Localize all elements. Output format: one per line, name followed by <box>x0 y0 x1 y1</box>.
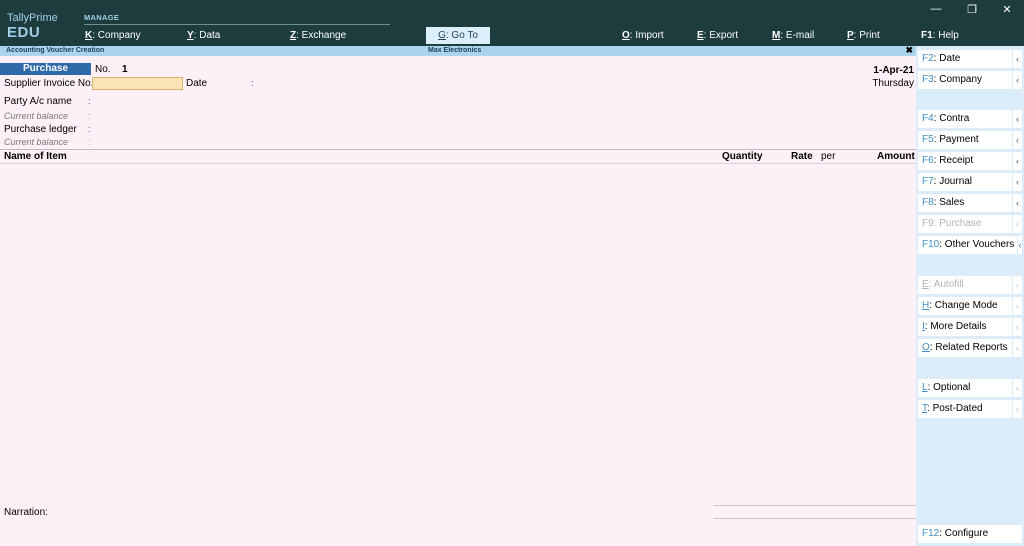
menu-data[interactable]: Y: Data <box>187 30 220 41</box>
btn-related-reports[interactable]: O: Related Reports ‹ <box>918 339 1022 357</box>
btn-sales[interactable]: F8: Sales ‹ <box>918 194 1022 212</box>
expand-arrow-icon: ‹ <box>1012 71 1022 89</box>
btn-company[interactable]: F3: Company ‹ <box>918 71 1022 89</box>
table-header-divider <box>0 163 916 164</box>
invoice-date-colon: : <box>251 78 254 88</box>
menu-help[interactable]: F1: Help <box>921 30 959 41</box>
expand-arrow-icon: ‹ <box>1012 379 1022 397</box>
btn-more-details[interactable]: I: More Details ‹ <box>918 318 1022 336</box>
btn-configure[interactable]: F12: Configure <box>918 525 1022 543</box>
btn-change-mode[interactable]: H: Change Mode ‹ <box>918 297 1022 315</box>
company-name: Max Electronics <box>428 47 482 54</box>
section-label: MANAGE <box>84 13 120 22</box>
expand-arrow-icon: ‹ <box>1017 236 1022 254</box>
voucher-no-label: No. <box>95 64 111 75</box>
close-window-icon[interactable]: ✕ <box>997 3 1017 16</box>
col-rate: Rate <box>791 151 813 162</box>
btn-autofill[interactable]: E: Autofill ‹ <box>918 276 1022 294</box>
expand-arrow-icon: ‹ <box>1012 339 1022 357</box>
brand-edition: EDU <box>7 24 41 41</box>
expand-arrow-icon: ‹ <box>1012 173 1022 191</box>
voucher-no-value: 1 <box>122 64 128 75</box>
section-divider <box>84 24 390 25</box>
col-name-of-item: Name of Item <box>4 151 67 162</box>
expand-arrow-icon: ‹ <box>1012 215 1022 233</box>
btn-post-dated[interactable]: T: Post-Dated ‹ <box>918 400 1022 418</box>
supplier-invoice-label: Supplier Invoice No.: <box>4 78 97 89</box>
purchase-ledger-field[interactable]: : <box>88 124 91 134</box>
expand-arrow-icon: ‹ <box>1012 297 1022 315</box>
screen-title-bar: Accounting Voucher Creation Max Electron… <box>0 45 916 56</box>
ledger-balance-label: Current balance <box>4 137 69 147</box>
btn-purchase[interactable]: F9: Purchase ‹ <box>918 215 1022 233</box>
voucher-date[interactable]: 1-Apr-21 <box>873 65 914 76</box>
total-line-2 <box>714 518 916 519</box>
menu-company[interactable]: K: Company <box>85 30 141 41</box>
expand-arrow-icon: ‹ <box>1012 400 1022 418</box>
screen-title: Accounting Voucher Creation <box>6 47 105 54</box>
total-line <box>714 505 916 506</box>
btn-payment[interactable]: F5: Payment ‹ <box>918 131 1022 149</box>
expand-arrow-icon: ‹ <box>1012 318 1022 336</box>
ledger-balance-colon: : <box>88 137 91 147</box>
btn-date[interactable]: F2: Date ‹ <box>918 50 1022 68</box>
voucher-type-badge: Purchase <box>0 63 91 75</box>
top-menu-bar: TallyPrime EDU MANAGE K: Company Y: Data… <box>0 0 1024 46</box>
btn-contra[interactable]: F4: Contra ‹ <box>918 110 1022 128</box>
action-button-panel: F2: Date ‹ F3: Company ‹ F4: Contra ‹ F5: P… <box>916 46 1024 546</box>
menu-exchange[interactable]: Z: Exchange <box>290 30 346 41</box>
narration-label: Narration: <box>4 507 48 518</box>
btn-receipt[interactable]: F6: Receipt ‹ <box>918 152 1022 170</box>
expand-arrow-icon: ‹ <box>1012 276 1022 294</box>
minimize-icon[interactable]: — <box>926 3 946 15</box>
col-amount: Amount <box>877 151 915 162</box>
menu-print[interactable]: P: Print <box>847 30 880 41</box>
menu-import[interactable]: O: Import <box>622 30 664 41</box>
party-balance-colon: : <box>88 111 91 121</box>
purchase-ledger-label: Purchase ledger <box>4 124 77 135</box>
table-top-divider <box>0 149 916 150</box>
close-screen-icon[interactable]: ✖ <box>905 45 913 56</box>
menu-goto-button[interactable]: G: Go To <box>426 27 490 44</box>
party-name-label: Party A/c name <box>4 96 72 107</box>
btn-other-vouchers[interactable]: F10: Other Vouchers ‹ <box>918 236 1022 254</box>
menu-email[interactable]: M: E-mail <box>772 30 814 41</box>
btn-journal[interactable]: F7: Journal ‹ <box>918 173 1022 191</box>
menu-export[interactable]: E: Export <box>697 30 738 41</box>
party-name-field[interactable]: : <box>88 96 91 106</box>
voucher-form: Purchase No. 1 1-Apr-21 Thursday Supplie… <box>0 56 916 546</box>
restore-icon[interactable]: ❐ <box>962 3 982 16</box>
voucher-day: Thursday <box>872 78 914 89</box>
expand-arrow-icon: ‹ <box>1012 194 1022 212</box>
expand-arrow-icon: ‹ <box>1012 131 1022 149</box>
col-quantity: Quantity <box>722 151 763 162</box>
brand-name: TallyPrime <box>7 12 58 24</box>
expand-arrow-icon: ‹ <box>1012 50 1022 68</box>
party-balance-label: Current balance <box>4 111 69 121</box>
supplier-invoice-input[interactable] <box>92 77 183 90</box>
expand-arrow-icon: ‹ <box>1012 152 1022 170</box>
expand-arrow-icon: ‹ <box>1012 110 1022 128</box>
col-per: per <box>821 151 836 162</box>
btn-optional[interactable]: L: Optional ‹ <box>918 379 1022 397</box>
invoice-date-label: Date <box>186 78 208 89</box>
